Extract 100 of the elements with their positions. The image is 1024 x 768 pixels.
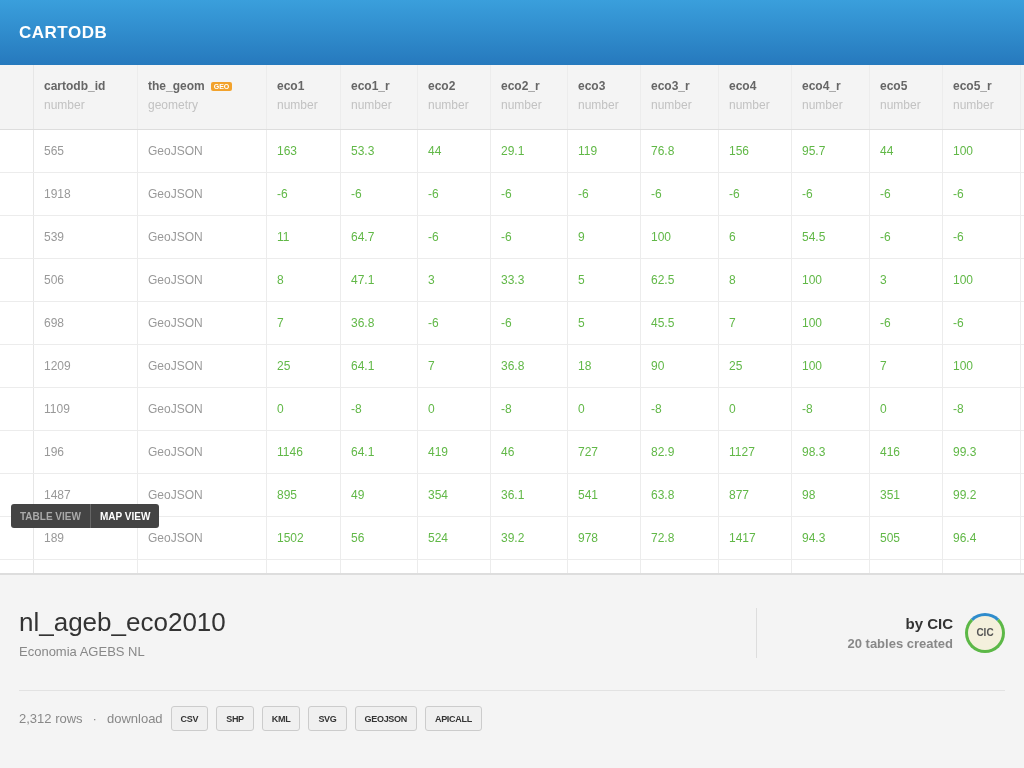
table-cell: 49 [351, 488, 365, 502]
table-cell: 9 [578, 230, 585, 244]
table-cell: 0 [578, 402, 585, 416]
table-cell: 505 [880, 531, 901, 545]
table-cell: 36.8 [351, 316, 375, 330]
author-name[interactable]: by CIC [905, 614, 953, 632]
column-name[interactable]: eco1 [277, 79, 305, 93]
table-cell: 100 [953, 273, 974, 287]
table-cell: 63.8 [651, 488, 675, 502]
table-cell: 76.8 [651, 144, 675, 158]
table-cell: 100 [802, 273, 823, 287]
download-format-button[interactable]: SVG [308, 706, 347, 731]
table-cell: -6 [880, 187, 891, 201]
table-cell: 354 [428, 488, 449, 502]
table-cell: 64.7 [351, 230, 375, 244]
table-cell: 196 [44, 445, 65, 459]
table-cell: -6 [802, 187, 813, 201]
table-cell: 46 [501, 445, 515, 459]
table-cell: 541 [578, 488, 599, 502]
table-cell: 0 [880, 402, 887, 416]
table-cell: -6 [880, 230, 891, 244]
download-format-button[interactable]: GEOJSON [354, 706, 417, 731]
row-count: 2,312 rows [19, 711, 83, 726]
view-tab[interactable]: MAP VIEW [90, 504, 160, 528]
table-cell: -6 [953, 316, 964, 330]
table-cell: 727 [578, 445, 599, 459]
download-format-button[interactable]: CSV [170, 706, 209, 731]
table-cell: 506 [44, 273, 65, 287]
table-cell: 3 [428, 273, 435, 287]
table-cell: 18 [578, 359, 592, 373]
table-cell: GeoJSON [148, 531, 203, 545]
download-format-button[interactable]: KML [261, 706, 301, 731]
table-cell: 0 [277, 402, 284, 416]
column-name[interactable]: eco5_r [953, 79, 992, 93]
column-name[interactable]: eco1_r [351, 79, 390, 93]
table-cell: -6 [578, 187, 589, 201]
table-cell: 54.5 [802, 230, 826, 244]
column-name[interactable]: eco2 [428, 79, 456, 93]
column-name[interactable]: eco5 [880, 79, 908, 93]
table-cell: 3 [880, 273, 887, 287]
table-cell: 94.3 [802, 531, 826, 545]
table-cell: GeoJSON [148, 187, 203, 201]
table-cell: 1146 [277, 445, 303, 459]
column-name[interactable]: eco3 [578, 79, 606, 93]
table-cell: 64.1 [351, 445, 375, 459]
logo[interactable]: CARTODB [19, 22, 108, 43]
column-name[interactable]: the_geom [148, 79, 205, 93]
table-cell: -6 [501, 187, 512, 201]
table-cell: -6 [651, 187, 662, 201]
table-cell: 25 [277, 359, 291, 373]
table-cell: 8 [277, 273, 284, 287]
table-cell: 44 [880, 144, 894, 158]
table-cell: GeoJSON [148, 273, 203, 287]
download-label: download [106, 711, 163, 726]
table-cell: 7 [880, 359, 887, 373]
table-cell: 1502 [277, 531, 304, 545]
table-cell: 100 [953, 144, 974, 158]
separator-dot: · [92, 711, 97, 726]
column-name[interactable]: eco3_r [651, 79, 690, 93]
table-cell: 56 [351, 531, 365, 545]
table-cell: GeoJSON [148, 445, 203, 459]
table-cell: 7 [277, 316, 284, 330]
table-cell: 119 [578, 144, 598, 158]
table-title: nl_ageb_eco2010 [19, 606, 226, 638]
table-cell: 62.5 [651, 273, 675, 287]
table-cell: 189 [44, 531, 65, 545]
table-cell: 978 [578, 531, 599, 545]
table-cell: 1417 [729, 531, 756, 545]
author-avatar[interactable]: CIC [965, 612, 1005, 653]
download-format-button[interactable]: SHP [216, 706, 254, 731]
download-format-button[interactable]: APICALL [424, 706, 482, 731]
table-cell: -8 [802, 402, 813, 416]
table-cell: 1487 [44, 488, 71, 502]
table-cell: 7 [428, 359, 435, 373]
table-cell: 1209 [44, 359, 71, 373]
table-cell: 44 [428, 144, 442, 158]
column-name[interactable]: eco4 [729, 79, 757, 93]
table-cell: 98.3 [802, 445, 826, 459]
column-name[interactable]: cartodb_id [44, 79, 106, 93]
table-cell: 5 [578, 316, 585, 330]
view-tab[interactable]: TABLE VIEW [11, 504, 91, 528]
table-cell: 95.7 [802, 144, 826, 158]
table-cell: 698 [44, 316, 65, 330]
table-cell: -6 [501, 230, 512, 244]
table-cell: 7 [729, 316, 736, 330]
table-cell: 351 [880, 488, 901, 502]
table-cell: 29.1 [501, 144, 525, 158]
table-cell: GeoJSON [148, 316, 203, 330]
table-cell: 100 [953, 359, 974, 373]
table-cell: 416 [880, 445, 901, 459]
table-cell: -6 [729, 187, 740, 201]
table-cell: 47.1 [351, 273, 375, 287]
table-cell: 1918 [44, 187, 71, 201]
table-cell: 539 [44, 230, 65, 244]
table-description: Economia AGEBS NL [19, 643, 146, 659]
column-name[interactable]: eco2_r [501, 79, 540, 93]
column-name[interactable]: eco4_r [802, 79, 841, 93]
table-cell: -8 [651, 402, 662, 416]
table-cell: 419 [428, 445, 449, 459]
tables-count: 20 tables created [847, 635, 953, 651]
